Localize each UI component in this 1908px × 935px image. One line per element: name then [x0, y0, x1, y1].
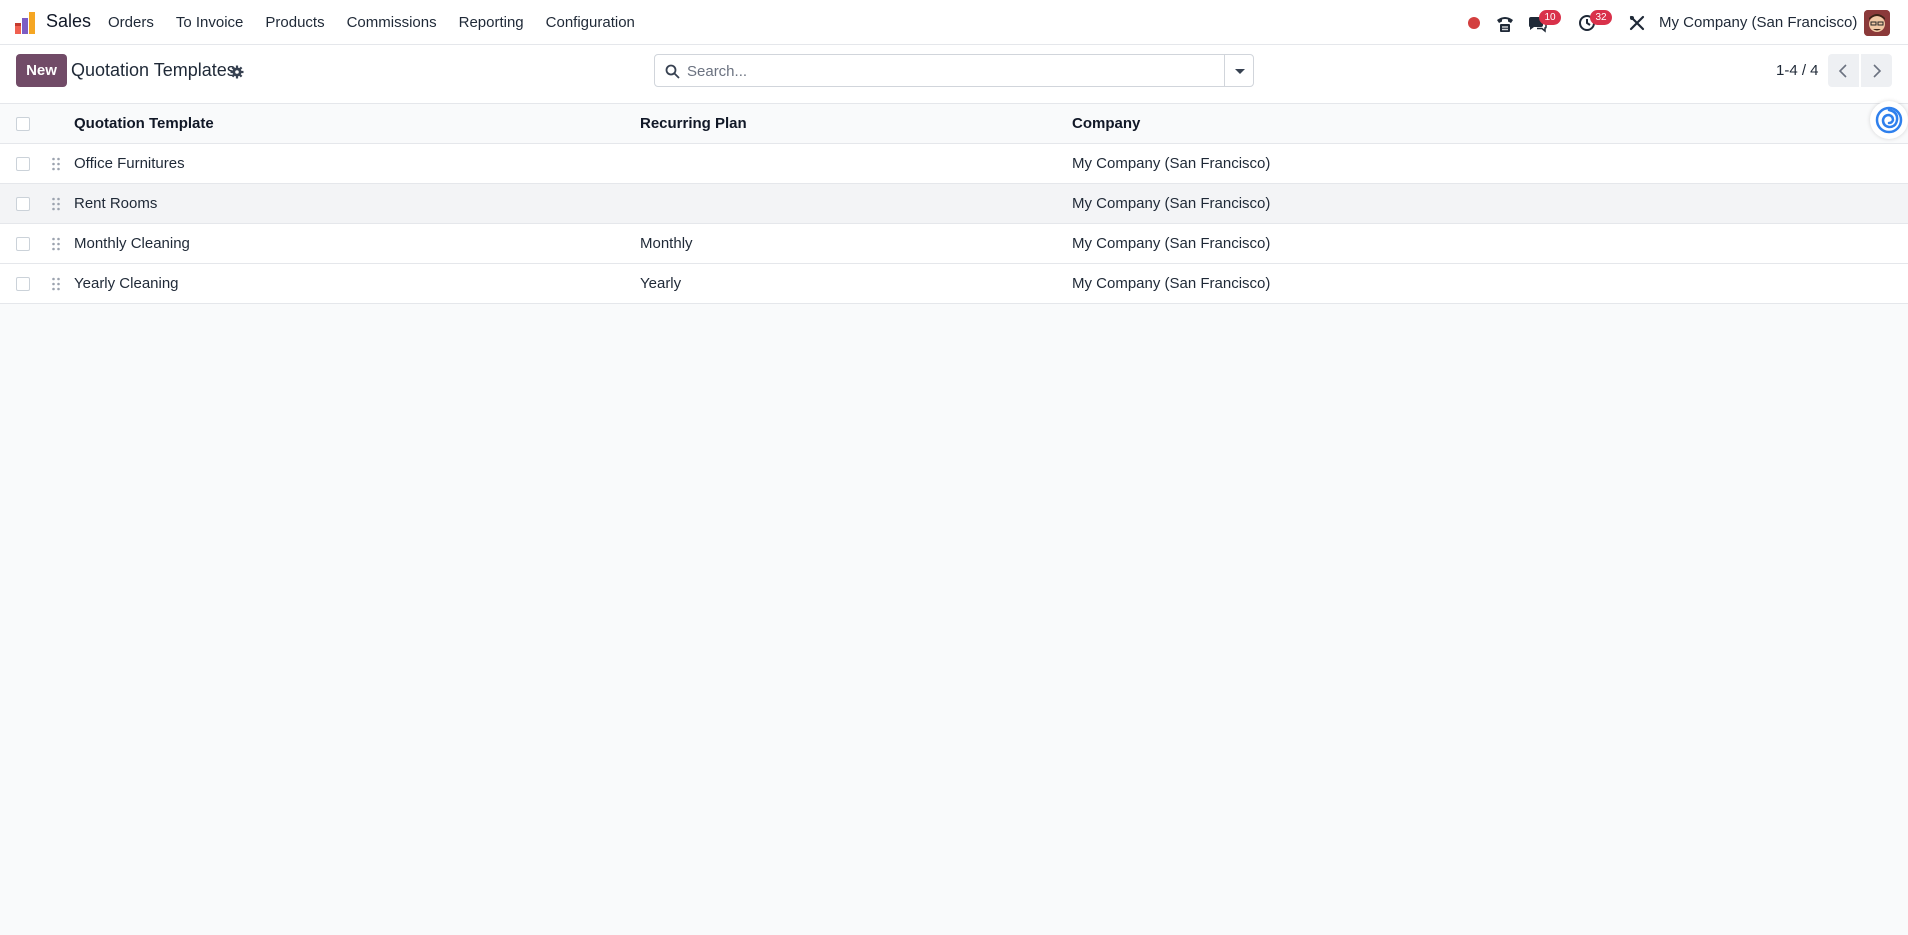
cell-recurring-plan: Monthly — [640, 235, 693, 252]
pager-value[interactable]: 1-4 / 4 — [1776, 62, 1819, 79]
sales-app-icon[interactable] — [14, 11, 38, 35]
caret-down-icon — [1235, 69, 1245, 74]
column-header-recurring-plan[interactable]: Recurring Plan — [640, 115, 747, 132]
spiral-assistant-icon — [1875, 106, 1903, 134]
cell-company: My Company (San Francisco) — [1072, 275, 1271, 292]
search-box — [654, 54, 1225, 87]
app-name[interactable]: Sales — [46, 11, 91, 32]
search-icon — [665, 64, 680, 79]
chevron-right-icon — [1873, 64, 1882, 78]
row-checkbox[interactable] — [16, 197, 30, 211]
menu-item-products[interactable]: Products — [265, 14, 324, 31]
control-panel: New Quotation Templates 1-4 / 4 — [0, 45, 1908, 104]
avatar[interactable] — [1864, 10, 1890, 36]
menu-item-to-invoice[interactable]: To Invoice — [176, 14, 244, 31]
phone-icon[interactable] — [1494, 12, 1516, 34]
drag-handle-icon[interactable] — [51, 157, 61, 171]
tools-icon[interactable] — [1626, 12, 1648, 34]
gear-icon[interactable] — [230, 65, 244, 79]
user-avatar-icon — [1864, 10, 1890, 36]
top-navbar: Sales Orders To Invoice Products Commiss… — [0, 0, 1908, 45]
drag-handle-icon[interactable] — [51, 277, 61, 291]
menu-item-configuration[interactable]: Configuration — [546, 14, 635, 31]
main-menu: Orders To Invoice Products Commissions R… — [108, 14, 657, 31]
cell-quotation-template: Monthly Cleaning — [74, 235, 190, 252]
table-row[interactable]: Monthly Cleaning Monthly My Company (San… — [0, 224, 1908, 264]
menu-item-orders[interactable]: Orders — [108, 14, 154, 31]
table-row[interactable]: Office Furnitures My Company (San Franci… — [0, 144, 1908, 184]
column-header-quotation-template[interactable]: Quotation Template — [74, 115, 214, 132]
table-header: Quotation Template Recurring Plan Compan… — [0, 104, 1908, 144]
cell-quotation-template: Rent Rooms — [74, 195, 158, 212]
select-all-checkbox[interactable] — [16, 117, 30, 131]
cell-quotation-template: Office Furnitures — [74, 155, 185, 172]
pager-next-button[interactable] — [1861, 54, 1892, 87]
quotation-templates-table: Quotation Template Recurring Plan Compan… — [0, 104, 1908, 304]
row-checkbox[interactable] — [16, 237, 30, 251]
page-title: Quotation Templates — [71, 60, 236, 80]
drag-handle-icon[interactable] — [51, 237, 61, 251]
messages-badge: 10 — [1539, 10, 1561, 25]
company-switcher[interactable]: My Company (San Francisco) — [1659, 14, 1857, 31]
activities-badge: 32 — [1590, 10, 1612, 25]
assistant-widget[interactable] — [1870, 101, 1908, 139]
table-row[interactable]: Yearly Cleaning Yearly My Company (San F… — [0, 264, 1908, 304]
cell-quotation-template: Yearly Cleaning — [74, 275, 179, 292]
pager-previous-button[interactable] — [1828, 54, 1859, 87]
row-checkbox[interactable] — [16, 277, 30, 291]
cell-company: My Company (San Francisco) — [1072, 235, 1271, 252]
menu-item-commissions[interactable]: Commissions — [347, 14, 437, 31]
row-checkbox[interactable] — [16, 157, 30, 171]
menu-item-reporting[interactable]: Reporting — [459, 14, 524, 31]
cell-recurring-plan: Yearly — [640, 275, 682, 292]
drag-handle-icon[interactable] — [51, 197, 61, 211]
column-header-company[interactable]: Company — [1072, 115, 1140, 132]
search-input[interactable] — [687, 60, 1207, 82]
recording-dot-icon[interactable] — [1463, 12, 1485, 34]
search-options-toggle[interactable] — [1224, 54, 1254, 87]
cell-company: My Company (San Francisco) — [1072, 155, 1271, 172]
cell-company: My Company (San Francisco) — [1072, 195, 1271, 212]
chevron-left-icon — [1838, 64, 1847, 78]
new-button[interactable]: New — [16, 54, 67, 87]
table-row[interactable]: Rent Rooms My Company (San Francisco) — [0, 184, 1908, 224]
